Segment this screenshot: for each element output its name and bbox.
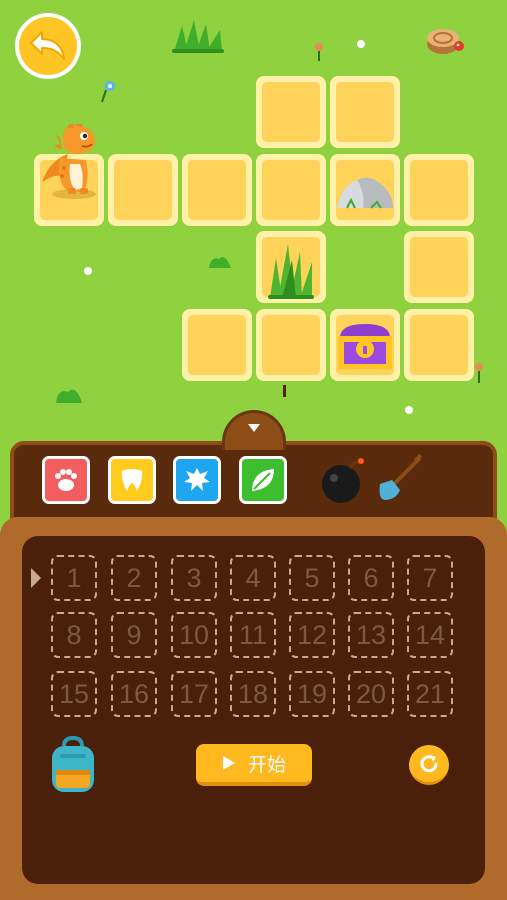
path-tile — [404, 309, 474, 386]
game-field — [0, 0, 507, 440]
flower-icon — [475, 363, 483, 383]
path-tile — [256, 309, 326, 386]
splash-icon — [184, 468, 210, 491]
tooth-icon — [121, 469, 143, 491]
play-icon — [222, 756, 235, 770]
program-slot[interactable]: 13 — [348, 612, 394, 658]
program-slot[interactable]: 3 — [171, 555, 217, 601]
chevron-down-icon — [248, 424, 260, 432]
program-slot[interactable]: 21 — [407, 671, 453, 717]
program-slot[interactable]: 4 — [230, 555, 276, 601]
tree-stump-icon — [427, 29, 464, 54]
tooth-tool-button[interactable] — [108, 456, 156, 504]
grass-tuft-icon — [172, 20, 224, 53]
dinosaur-character — [42, 124, 96, 199]
program-slot[interactable]: 2 — [111, 555, 157, 601]
program-slot[interactable]: 1 — [51, 555, 97, 601]
program-slot[interactable]: 6 — [348, 555, 394, 601]
program-slot[interactable]: 7 — [407, 555, 453, 601]
start-button-label: 开始 — [247, 753, 286, 776]
path-marker — [283, 385, 286, 397]
leaf-icon — [252, 469, 274, 491]
reset-button[interactable] — [409, 745, 449, 785]
path-tile — [182, 309, 252, 386]
program-slot[interactable]: 5 — [289, 555, 335, 601]
small-flower-icon — [84, 267, 92, 275]
shovel-icon[interactable] — [372, 454, 424, 504]
splash-tool-button[interactable] — [173, 456, 221, 504]
rock-obstacle — [337, 177, 393, 209]
leaf-tool-button[interactable] — [239, 456, 287, 504]
bush-icon — [209, 257, 231, 268]
program-slot[interactable]: 12 — [289, 612, 335, 658]
tall-grass-obstacle — [268, 244, 314, 299]
path-tile — [256, 76, 326, 153]
program-slot[interactable]: 9 — [111, 612, 157, 658]
paw-icon — [55, 469, 77, 491]
back-arrow-icon — [30, 31, 65, 60]
program-slot[interactable]: 8 — [51, 612, 97, 658]
start-button[interactable]: 开始 — [196, 744, 312, 786]
flower-icon — [315, 43, 323, 61]
flower-icon — [101, 81, 115, 103]
path-tile — [330, 76, 400, 153]
paw-tool-button[interactable] — [42, 456, 90, 504]
path-tile — [404, 154, 474, 231]
small-flower-icon — [405, 406, 413, 414]
program-slot[interactable]: 18 — [230, 671, 276, 717]
back-button[interactable] — [15, 13, 81, 79]
backpack-icon[interactable] — [46, 736, 100, 796]
path-tile — [404, 231, 474, 308]
program-slot[interactable]: 17 — [171, 671, 217, 717]
program-slot[interactable]: 11 — [230, 612, 276, 658]
bush-icon — [56, 389, 82, 403]
program-slot[interactable]: 15 — [51, 671, 97, 717]
path-tile — [108, 154, 178, 231]
program-slot[interactable]: 10 — [171, 612, 217, 658]
program-slot[interactable]: 16 — [111, 671, 157, 717]
path-tile — [256, 154, 326, 231]
refresh-icon — [420, 754, 438, 772]
program-slot[interactable]: 14 — [407, 612, 453, 658]
program-slot[interactable]: 20 — [348, 671, 394, 717]
program-slot[interactable]: 19 — [289, 671, 335, 717]
current-slot-pointer-icon — [31, 568, 41, 588]
path-tile — [182, 154, 252, 231]
bomb-icon[interactable] — [320, 454, 366, 504]
small-flower-icon — [357, 40, 365, 48]
treasure-chest-goal — [338, 324, 392, 369]
